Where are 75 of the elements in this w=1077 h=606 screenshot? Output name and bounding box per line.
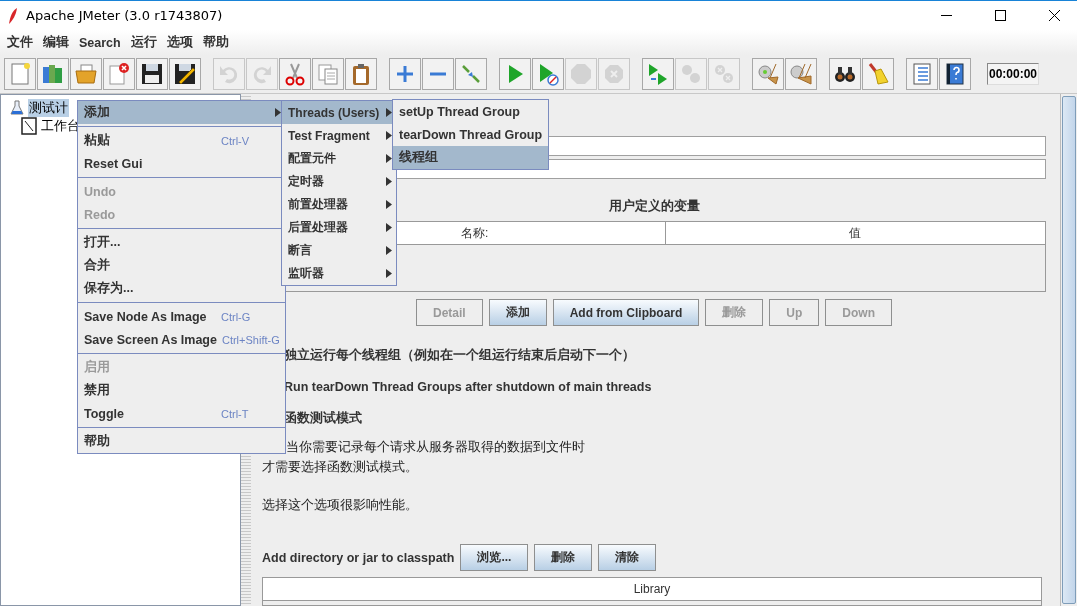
warning-text: 选择这个选项很影响性能。: [262, 497, 419, 514]
column-header: Library: [632, 581, 672, 598]
maximize-icon: [994, 10, 1006, 21]
menu-bar-item[interactable]: 运行: [125, 34, 162, 51]
double-stop-icon: [679, 62, 703, 86]
toolbar-button[interactable]: [136, 58, 168, 90]
toolbar-button[interactable]: [829, 58, 861, 90]
octagon-x-icon: [602, 62, 626, 86]
note-text: 才需要选择函数测试模式。: [262, 459, 419, 476]
menu-item[interactable]: Toggle Ctrl-T: [78, 402, 285, 425]
submenu-arrow-icon: [386, 246, 392, 255]
blank-page-icon: [8, 62, 32, 86]
close-icon: [1048, 10, 1060, 21]
menu-item[interactable]: 合并: [78, 254, 285, 277]
tree-item[interactable]: 测试计: [28, 99, 69, 117]
page-close-icon: [107, 62, 131, 86]
submenu-arrow-icon: [386, 200, 392, 209]
menu-bar-item[interactable]: 编辑: [38, 34, 74, 51]
note-text: 当你需要记录每个请求从服务器取得的数据到文件时: [286, 439, 586, 456]
copy-pages-icon: [316, 62, 340, 86]
menu-item[interactable]: 帮助: [78, 430, 285, 453]
menu-item[interactable]: 粘贴 Ctrl-V: [78, 129, 285, 152]
menu-bar-item[interactable]: Search: [74, 35, 126, 50]
menu-item[interactable]: setUp Thread Group: [393, 100, 548, 123]
section-title: 用户定义的变量: [608, 198, 700, 214]
menu-bar-item[interactable]: 帮助: [197, 34, 234, 51]
menu-item[interactable]: 线程组: [393, 146, 548, 169]
column-header: 值: [848, 224, 863, 242]
classpath-button[interactable]: 清除: [598, 544, 657, 571]
tree-item[interactable]: 工作台: [40, 117, 81, 135]
classpath-button[interactable]: 浏览...: [460, 544, 529, 571]
classpath-button[interactable]: 删除: [534, 544, 593, 571]
broom-icon: [866, 62, 890, 86]
menu-item[interactable]: Test Fragment: [282, 124, 396, 147]
scissors-icon: [283, 62, 307, 86]
toolbar-button[interactable]: [169, 58, 201, 90]
menu-item[interactable]: 前置处理器: [282, 193, 396, 216]
notebook-pencil-icon: [21, 117, 37, 135]
menu-bar-item[interactable]: 选项: [161, 34, 198, 51]
menu-item[interactable]: 打开...: [78, 231, 285, 254]
menu-item[interactable]: tearDown Thread Group: [393, 123, 548, 146]
scrollbar[interactable]: [1060, 94, 1077, 606]
minus-icon: [429, 72, 447, 76]
toolbar-button[interactable]: [939, 58, 971, 90]
menu-item[interactable]: 禁用: [78, 379, 285, 402]
gear-brooms-icon: [789, 62, 813, 86]
menu-item[interactable]: Save Node As Image Ctrl-G: [78, 305, 285, 328]
menu-item[interactable]: Reset Gui: [78, 152, 285, 175]
submenu-arrow-icon: [386, 154, 392, 163]
menu-item[interactable]: 配置元件: [282, 147, 396, 170]
table-button[interactable]: Add from Clipboard: [552, 299, 700, 326]
table-button[interactable]: 添加: [488, 299, 547, 326]
submenu-arrow-icon: [386, 269, 392, 278]
window-title: Apache JMeter (3.0 r1743807): [26, 8, 224, 23]
flask-icon: [9, 100, 25, 116]
elapsed-time: 00:00:00: [987, 63, 1039, 85]
list-icon: [910, 62, 934, 86]
menu-item[interactable]: Save Screen As Image Ctrl+Shift-G: [78, 328, 285, 351]
gear-broom-icon: [756, 62, 780, 86]
classpath-label: Add directory or jar to classpath: [262, 550, 455, 565]
feather-icon: [8, 6, 18, 25]
books-icon: [41, 62, 65, 86]
submenu-arrow-icon: [386, 108, 392, 117]
floppy-pencil-icon: [173, 62, 197, 86]
submenu-arrow-icon: [386, 177, 392, 186]
menu-bar-item[interactable]: 文件: [2, 34, 38, 51]
menu-item[interactable]: 保存为...: [78, 277, 285, 300]
menu-item[interactable]: 监听器: [282, 262, 396, 285]
double-octagon-x-icon: [712, 62, 736, 86]
submenu-arrow-icon: [386, 223, 392, 232]
help-book-icon: [943, 62, 967, 86]
menu-item[interactable]: 定时器: [282, 170, 396, 193]
submenu-arrow-icon: [386, 131, 392, 140]
stop-sign-icon: [569, 62, 593, 86]
submenu-arrow-icon: [275, 108, 281, 117]
